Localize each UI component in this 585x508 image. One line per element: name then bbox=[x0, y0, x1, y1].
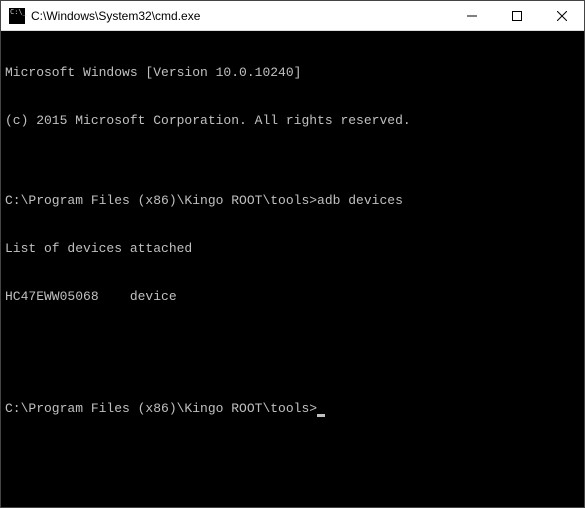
terminal-line: (c) 2015 Microsoft Corporation. All righ… bbox=[5, 113, 580, 129]
cmd-window: C:\Windows\System32\cmd.exe Microsoft Wi… bbox=[0, 0, 585, 508]
window-controls bbox=[449, 1, 584, 30]
terminal-line: Microsoft Windows [Version 10.0.10240] bbox=[5, 65, 580, 81]
cursor bbox=[317, 414, 325, 417]
terminal-line: List of devices attached bbox=[5, 241, 580, 257]
minimize-button[interactable] bbox=[449, 1, 494, 30]
terminal-output[interactable]: Microsoft Windows [Version 10.0.10240] (… bbox=[1, 31, 584, 507]
window-title: C:\Windows\System32\cmd.exe bbox=[31, 9, 449, 23]
titlebar[interactable]: C:\Windows\System32\cmd.exe bbox=[1, 1, 584, 31]
maximize-icon bbox=[512, 11, 522, 21]
cmd-icon bbox=[9, 8, 25, 24]
minimize-icon bbox=[467, 11, 477, 21]
terminal-prompt: C:\Program Files (x86)\Kingo ROOT\tools> bbox=[5, 401, 580, 417]
terminal-line: C:\Program Files (x86)\Kingo ROOT\tools>… bbox=[5, 193, 580, 209]
maximize-button[interactable] bbox=[494, 1, 539, 30]
close-button[interactable] bbox=[539, 1, 584, 30]
terminal-line: HC47EWW05068 device bbox=[5, 289, 580, 305]
close-icon bbox=[557, 11, 567, 21]
